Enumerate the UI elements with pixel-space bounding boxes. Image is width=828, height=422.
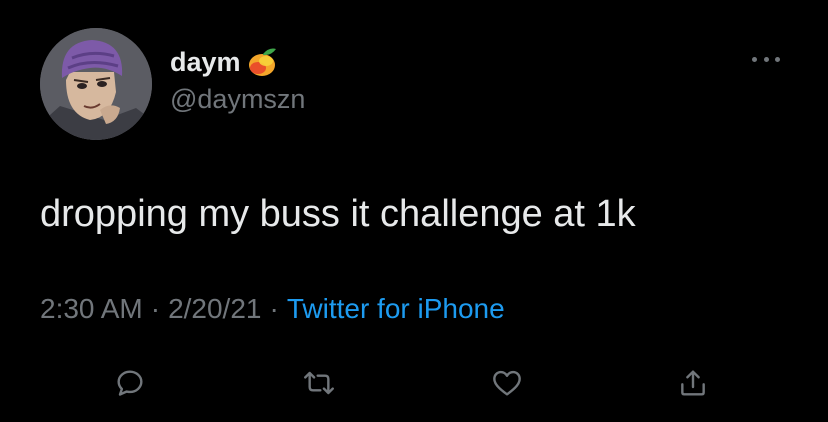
reply-button[interactable]	[111, 364, 149, 402]
mango-emoji-icon	[248, 48, 276, 76]
retweet-button[interactable]	[300, 364, 338, 402]
like-icon	[493, 370, 521, 396]
more-dot	[763, 56, 769, 62]
like-button[interactable]	[488, 364, 526, 402]
tweet-source-link[interactable]: Twitter for iPhone	[287, 293, 505, 324]
tweet-text: dropping my buss it challenge at 1k	[40, 193, 636, 235]
meta-separator: ·	[269, 293, 279, 324]
display-name[interactable]: daym	[170, 48, 241, 76]
meta-separator: ·	[150, 293, 161, 324]
more-dot	[752, 56, 757, 62]
share-button[interactable]	[674, 364, 712, 402]
retweet-icon	[304, 371, 334, 395]
avatar[interactable]	[40, 28, 152, 140]
tweet-time[interactable]: 2:30 AM	[40, 293, 143, 324]
tweet-meta: 2:30 AM · 2/20/21 · Twitter for iPhone	[40, 292, 505, 326]
reply-icon	[117, 370, 143, 396]
tweet-card: daym @daymszn dropping my buss it challe…	[0, 0, 828, 422]
avatar-image	[40, 28, 152, 140]
share-icon	[681, 370, 705, 396]
more-dot	[775, 56, 780, 62]
author-name-row[interactable]: daym	[170, 44, 279, 80]
tweet-date[interactable]: 2/20/21	[168, 293, 261, 324]
author-handle[interactable]: @daymszn	[170, 86, 305, 113]
action-bar	[0, 360, 828, 404]
more-options-icon[interactable]	[752, 54, 780, 64]
